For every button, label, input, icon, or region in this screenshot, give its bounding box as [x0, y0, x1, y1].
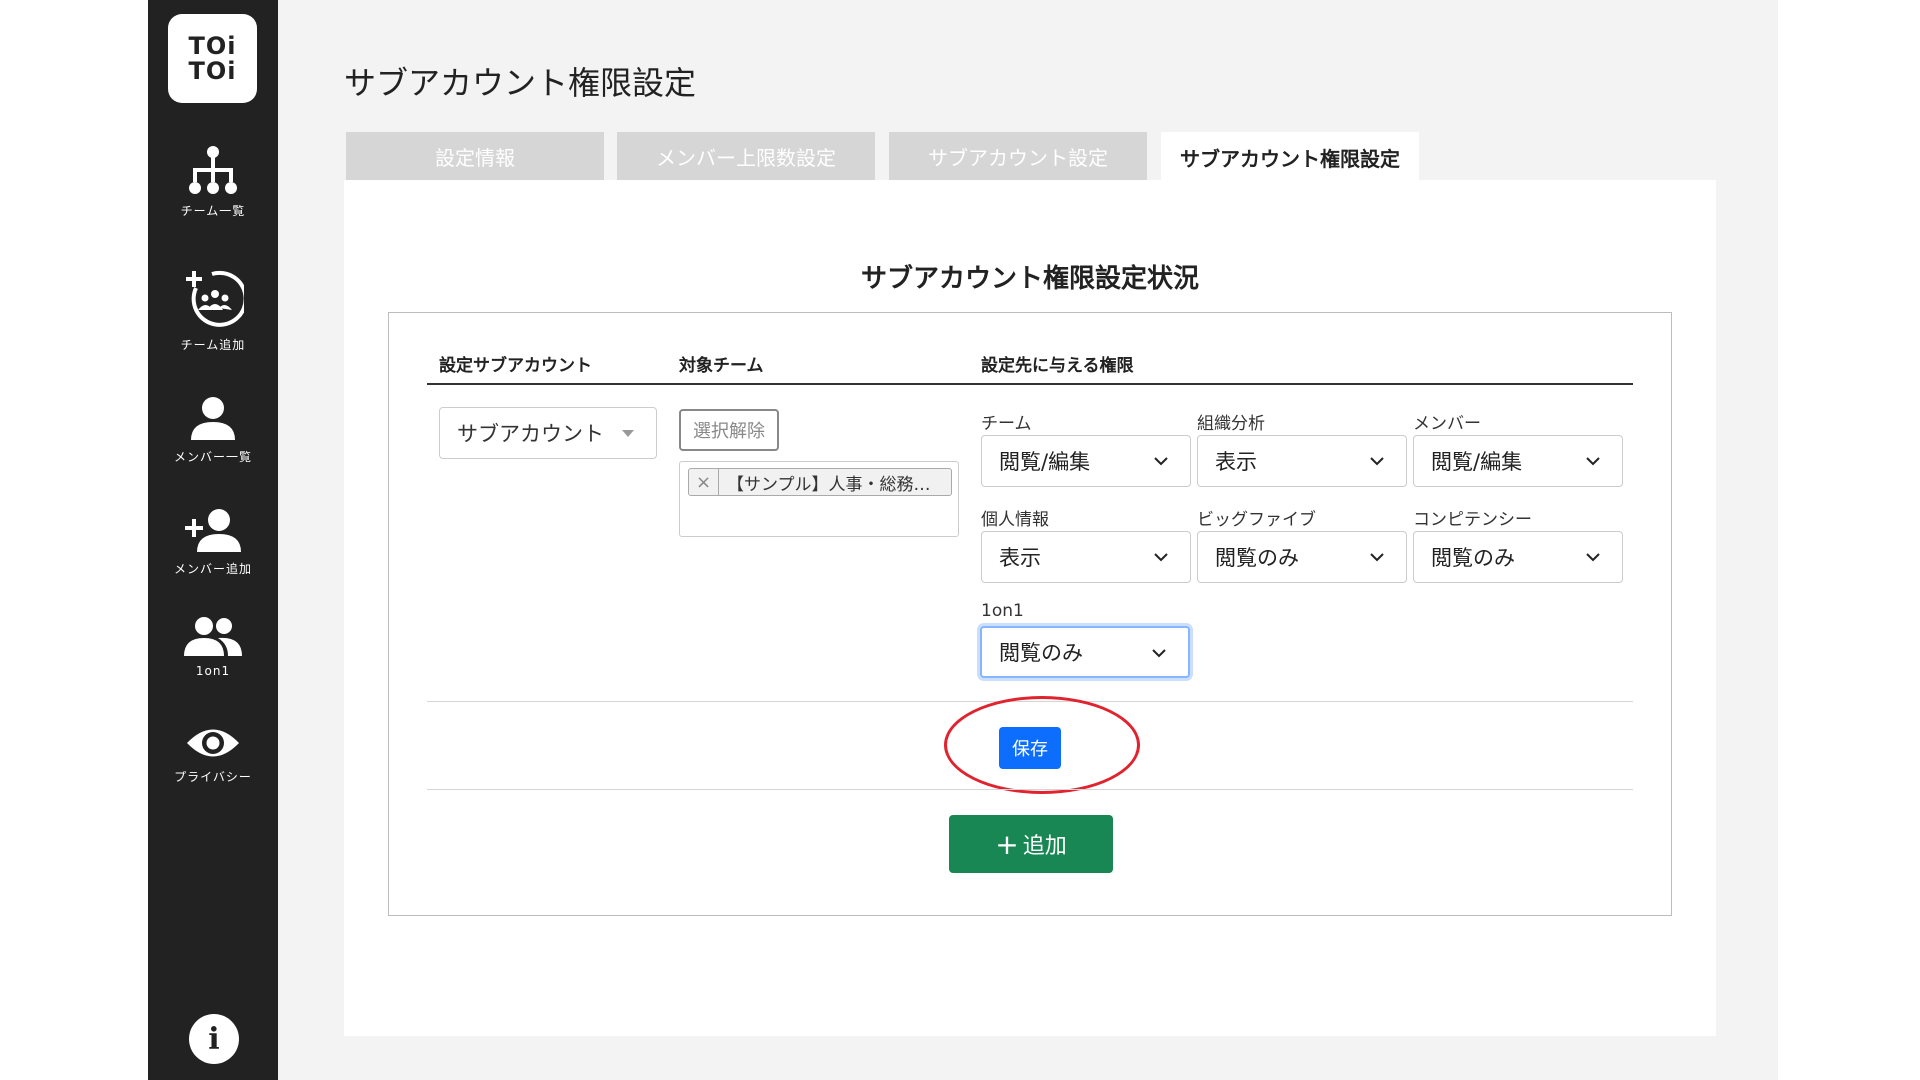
perm-label-competency: コンピテンシー — [1413, 510, 1532, 530]
clear-selection-button[interactable]: 選択解除 — [679, 409, 779, 451]
sidebar-item-team-list[interactable]: チーム一覧 — [148, 146, 278, 219]
chevron-down-icon — [1586, 553, 1600, 562]
info-icon: i — [208, 1021, 220, 1057]
header-permissions: 設定先に与える権限 — [981, 356, 1134, 376]
org-chart-icon — [189, 146, 237, 194]
perm-select-value: 表示 — [1215, 450, 1257, 474]
perm-select-value: 閲覧のみ — [1431, 546, 1515, 570]
sidebar-item-label: プライバシー — [174, 770, 252, 784]
logo[interactable]: TOi TOi — [168, 14, 257, 103]
perm-select-value: 閲覧/編集 — [999, 450, 1091, 474]
perm-select-team[interactable]: 閲覧/編集 — [981, 435, 1191, 487]
eye-icon — [187, 729, 239, 757]
chevron-down-icon — [1370, 457, 1384, 466]
perm-select-value: 表示 — [999, 546, 1041, 570]
sidebar-item-label: メンバー一覧 — [173, 450, 252, 464]
sidebar-item-add-team[interactable]: チーム追加 — [148, 268, 278, 353]
row-divider — [427, 701, 1633, 702]
perm-label-team: チーム — [981, 414, 1032, 434]
sidebar-item-1on1[interactable]: 1on1 — [148, 616, 278, 678]
caret-down-icon — [622, 430, 634, 437]
perm-select-member[interactable]: 閲覧/編集 — [1413, 435, 1623, 487]
perm-select-value: 閲覧/編集 — [1431, 450, 1523, 474]
tab-settings-info[interactable]: 設定情報 — [346, 132, 604, 180]
tab-subaccount-settings[interactable]: サブアカウント設定 — [889, 132, 1147, 180]
add-team-icon — [186, 270, 244, 327]
perm-select-value: 閲覧のみ — [999, 641, 1083, 665]
chevron-down-icon — [1152, 649, 1166, 658]
sidebar-item-privacy[interactable]: プライバシー — [148, 724, 278, 785]
chevron-down-icon — [1154, 457, 1168, 466]
sidebar-item-label: 1on1 — [195, 664, 231, 678]
header-subaccount: 設定サブアカウント — [439, 356, 592, 376]
perm-label-personal-info: 個人情報 — [981, 510, 1049, 530]
subaccount-select[interactable]: サブアカウント — [439, 407, 657, 459]
perm-label-1on1: 1on1 — [981, 601, 1024, 621]
remove-tag-icon[interactable]: × — [689, 469, 719, 495]
chevron-down-icon — [1154, 553, 1168, 562]
save-button[interactable]: 保存 — [999, 727, 1061, 769]
chevron-down-icon — [1370, 553, 1384, 562]
header-team: 対象チーム — [679, 356, 764, 376]
team-tag-label: 【サンプル】人事・総務… — [727, 474, 931, 495]
add-button[interactable]: + 追加 — [949, 815, 1113, 873]
permissions-table: 設定サブアカウント 対象チーム 設定先に与える権限 サブアカウント 選択解除 ×… — [388, 312, 1672, 916]
team-multiselect[interactable]: × 【サンプル】人事・総務… — [679, 461, 959, 537]
plus-icon: + — [995, 827, 1019, 861]
person-icon — [191, 397, 235, 440]
logo-line-1: TOi — [188, 31, 237, 60]
row-divider — [427, 789, 1633, 790]
perm-select-1on1[interactable]: 閲覧のみ — [980, 626, 1190, 678]
sidebar-item-add-member[interactable]: メンバー追加 — [148, 508, 278, 577]
team-tag: × 【サンプル】人事・総務… — [688, 468, 952, 496]
chevron-down-icon — [1586, 457, 1600, 466]
subaccount-select-value: サブアカウント — [457, 422, 604, 446]
tab-member-limit[interactable]: メンバー上限数設定 — [617, 132, 875, 180]
perm-select-big-five[interactable]: 閲覧のみ — [1197, 531, 1407, 583]
people-icon — [184, 617, 242, 656]
header-divider — [427, 383, 1633, 385]
sidebar: TOi TOi チーム一覧 チーム追加 メンバー一覧 メンバー追加 1on1 プ… — [148, 0, 278, 1080]
perm-select-org-analysis[interactable]: 表示 — [1197, 435, 1407, 487]
perm-select-value: 閲覧のみ — [1215, 546, 1299, 570]
perm-label-org-analysis: 組織分析 — [1197, 414, 1265, 434]
perm-select-competency[interactable]: 閲覧のみ — [1413, 531, 1623, 583]
settings-panel: サブアカウント権限設定状況 設定サブアカウント 対象チーム 設定先に与える権限 … — [344, 180, 1716, 1036]
section-title: サブアカウント権限設定状況 — [860, 264, 1199, 294]
perm-label-member: メンバー — [1413, 414, 1481, 434]
perm-select-personal-info[interactable]: 表示 — [981, 531, 1191, 583]
sidebar-item-label: メンバー追加 — [173, 562, 252, 576]
perm-label-big-five: ビッグファイブ — [1197, 510, 1316, 530]
tab-subaccount-permissions[interactable]: サブアカウント権限設定 — [1161, 132, 1419, 182]
add-button-label: 追加 — [1022, 834, 1067, 859]
sidebar-item-label: チーム一覧 — [180, 204, 246, 218]
logo-line-2: TOi — [188, 56, 237, 85]
page-title: サブアカウント権限設定 — [344, 64, 697, 102]
info-button[interactable]: i — [189, 1014, 239, 1064]
sidebar-item-member-list[interactable]: メンバー一覧 — [148, 396, 278, 465]
add-person-icon — [185, 509, 241, 552]
sidebar-item-label: チーム追加 — [180, 338, 246, 352]
